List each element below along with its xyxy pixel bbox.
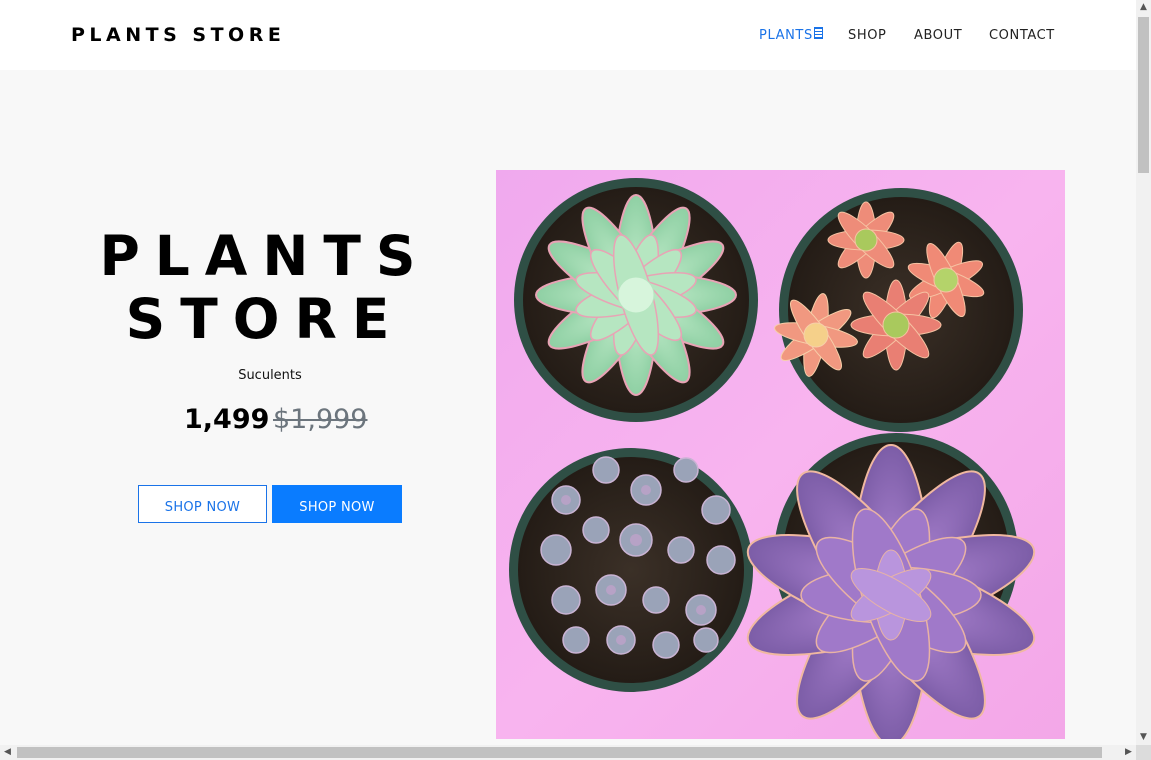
- succulents-illustration: [509, 178, 1036, 739]
- nav-item-shop[interactable]: SHOP: [848, 28, 887, 46]
- shop-now-solid-button[interactable]: SHOP NOW: [272, 485, 402, 523]
- navbar: PLANTS STORE PLANTS SHOP ABOUT CONTACT: [0, 0, 1136, 70]
- scroll-up-icon[interactable]: ▲: [1136, 0, 1151, 15]
- vertical-scroll-thumb[interactable]: [1138, 17, 1149, 173]
- brand-logo[interactable]: PLANTS STORE: [71, 24, 285, 46]
- vertical-scrollbar[interactable]: ▲ ▼: [1136, 0, 1151, 745]
- hero-title-line2: STORE: [125, 287, 405, 351]
- old-price: $1,999: [273, 404, 368, 435]
- hero-title-line1: PLANTS: [99, 224, 431, 288]
- page-viewport: PLANTS STORE PLANTS SHOP ABOUT CONTACT P…: [0, 0, 1136, 745]
- shop-now-outline-button[interactable]: SHOP NOW: [138, 485, 267, 523]
- horizontal-scrollbar[interactable]: ◀ ▶: [0, 745, 1136, 760]
- product-subtitle: Suculents: [238, 368, 302, 383]
- scroll-right-icon[interactable]: ▶: [1121, 745, 1136, 760]
- hero-title: PLANTS STORE: [90, 225, 440, 351]
- product-image: [496, 170, 1065, 739]
- nav-item-plants[interactable]: PLANTS: [759, 28, 813, 46]
- horizontal-scroll-thumb[interactable]: [17, 747, 1102, 758]
- nav-item-contact[interactable]: CONTACT: [989, 28, 1055, 46]
- scroll-down-icon[interactable]: ▼: [1136, 730, 1151, 745]
- scrollbar-corner: [1136, 745, 1151, 760]
- nav-item-about[interactable]: ABOUT: [914, 28, 962, 46]
- current-price: 1,499: [184, 404, 270, 435]
- building-icon: [814, 27, 823, 39]
- scroll-left-icon[interactable]: ◀: [0, 745, 15, 760]
